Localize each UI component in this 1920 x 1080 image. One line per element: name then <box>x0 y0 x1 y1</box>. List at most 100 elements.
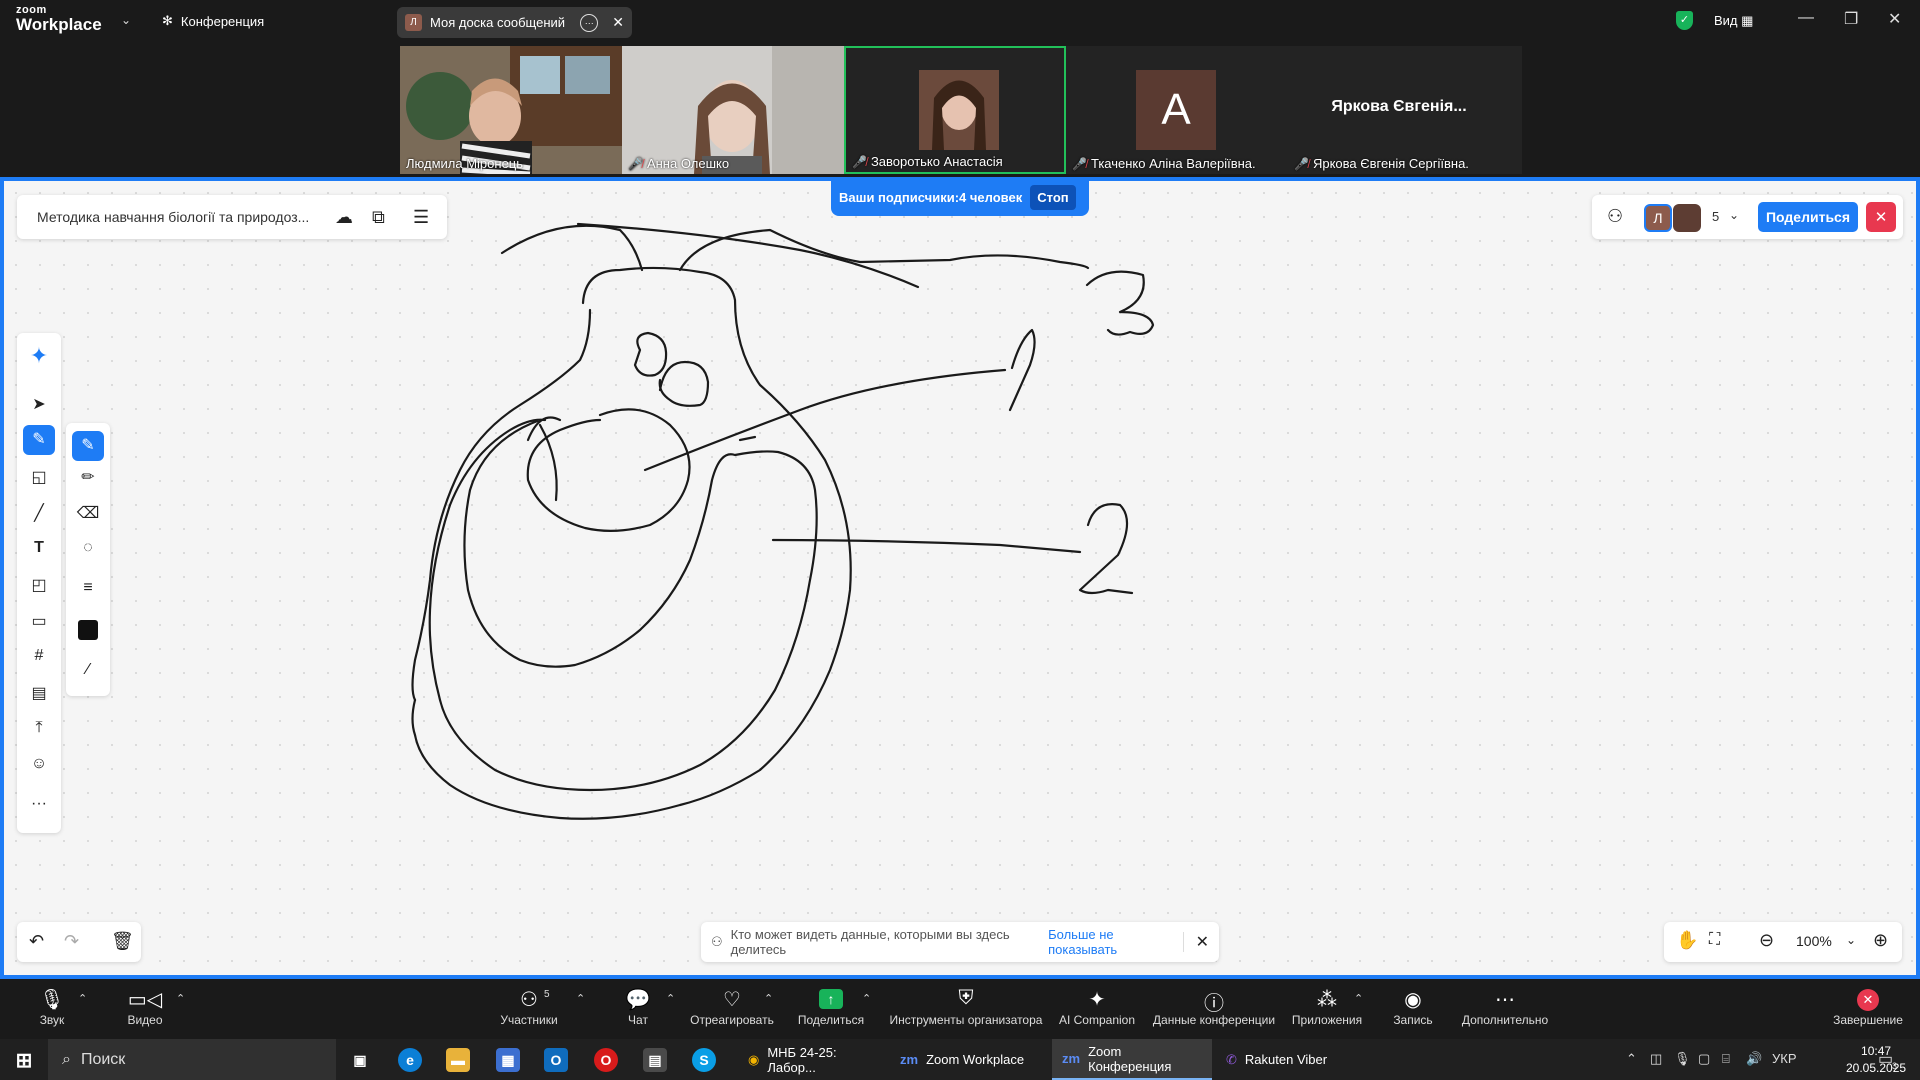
language-indicator[interactable]: УКР <box>1772 1051 1797 1066</box>
sticky-note-icon[interactable]: ◰ <box>17 575 61 595</box>
security-shield-icon[interactable]: ✓ <box>1676 11 1693 30</box>
pen-tool-icon[interactable]: ✎ <box>23 425 55 455</box>
chevron-up-icon[interactable]: ⌃ <box>764 992 773 1005</box>
highlighter-icon[interactable]: ✏ <box>66 467 110 487</box>
minimize-icon[interactable]: — <box>1798 9 1814 27</box>
emoji-icon[interactable]: ☺ <box>17 755 61 773</box>
store-icon[interactable]: ▦ <box>496 1048 520 1072</box>
chevron-up-icon[interactable]: ⌃ <box>576 992 585 1005</box>
text-tool-icon[interactable]: T <box>17 539 61 557</box>
undo-icon[interactable]: ↶ <box>29 931 44 952</box>
map-icon[interactable]: ⛶ <box>1709 931 1720 949</box>
ai-companion-button[interactable]: ✦ AI Companion <box>1057 987 1137 1027</box>
microphone-tray-icon[interactable]: 🎙 <box>1674 1051 1691 1067</box>
system-clock[interactable]: 10:47 20.05.2025 <box>1846 1043 1906 1077</box>
more-button[interactable]: ⋯ Дополнительно <box>1458 987 1552 1027</box>
taskbar-app-zoom-workplace[interactable]: zm Zoom Workplace <box>890 1039 1048 1080</box>
cloud-save-icon[interactable]: ☁ <box>335 207 353 228</box>
comment-icon[interactable]: ▭ <box>17 611 61 631</box>
more-tools-icon[interactable]: ··· <box>17 795 61 813</box>
taskbar-app-zoom-meeting[interactable]: zm Zoom Конференция <box>1052 1039 1212 1080</box>
close-icon[interactable]: ✕ <box>612 14 624 31</box>
close-icon[interactable]: ✕ <box>1182 932 1209 952</box>
lasso-icon[interactable]: ◌ <box>66 539 110 557</box>
template-icon[interactable]: ▤ <box>17 683 61 703</box>
meeting-info-button[interactable]: ⓘ Данные конференции <box>1150 987 1278 1027</box>
pages-icon[interactable]: ⧉ <box>372 207 385 228</box>
display-tray-icon[interactable]: ▢ <box>1698 1051 1710 1067</box>
video-tile[interactable]: Людмила Міронець <box>400 46 622 174</box>
color-picker-icon[interactable]: ⁄ <box>66 661 110 679</box>
opera-icon[interactable]: O <box>594 1048 618 1072</box>
restore-icon[interactable]: ❐ <box>1844 9 1858 29</box>
line-icon[interactable]: ╱ <box>17 503 61 523</box>
zoom-level[interactable]: 100% <box>1796 933 1832 949</box>
task-view-icon[interactable]: ▣ <box>348 1048 372 1072</box>
outlook-icon[interactable]: O <box>544 1048 568 1072</box>
chevron-up-icon[interactable]: ⌃ <box>862 992 871 1005</box>
upload-icon[interactable]: ⤒ <box>17 719 61 737</box>
chevron-up-icon[interactable]: ⌃ <box>1626 1051 1637 1067</box>
calculator-icon[interactable]: ▤ <box>643 1048 667 1072</box>
chat-button[interactable]: 💬 Чат <box>618 987 658 1027</box>
participants-button[interactable]: ⚇ 5 Участники <box>494 987 564 1027</box>
zoom-in-icon[interactable]: ⊕ <box>1873 930 1888 951</box>
shapes-icon[interactable]: ◱ <box>17 467 61 487</box>
apps-button[interactable]: ⁂ Приложения <box>1290 987 1364 1027</box>
notifications-icon[interactable]: ▭ <box>1878 1049 1893 1069</box>
host-tools-button[interactable]: ⛨ Инструменты организатора <box>887 987 1045 1027</box>
windows-start-icon[interactable]: ⊞ <box>12 1048 36 1072</box>
share-button[interactable]: Поделиться <box>1758 202 1858 232</box>
video-tile[interactable]: Яркова Євгенія... 🎤̸ Яркова Євгенія Сергі… <box>1288 46 1510 174</box>
taskbar-app-chrome[interactable]: ◉ МНБ 24-25: Лабор... <box>738 1039 884 1080</box>
whiteboard-tab[interactable]: Л Моя доска сообщений ··· ✕ <box>397 7 632 38</box>
whiteboard-canvas[interactable] <box>0 177 1920 979</box>
file-explorer-icon[interactable]: ▬ <box>446 1048 470 1072</box>
video-button[interactable]: ▭◁ Видео <box>122 987 168 1027</box>
video-tile-active-speaker[interactable]: 🎤̸ Заворотько Анастасія <box>844 46 1066 174</box>
video-tile[interactable]: 🎤̸ Анна Олешко <box>622 46 844 174</box>
stroke-width-icon[interactable]: ≡ <box>66 579 110 597</box>
more-icon[interactable]: ··· <box>580 13 599 32</box>
chevron-down-icon[interactable]: ⌄ <box>1729 208 1739 222</box>
chevron-up-icon[interactable]: ⌃ <box>1354 992 1363 1005</box>
delete-icon[interactable]: 🗑 <box>111 931 134 952</box>
eraser-icon[interactable]: ⌫ <box>66 503 110 523</box>
video-tile[interactable]: A 🎤̸ Ткаченко Аліна Валеріївна. <box>1066 46 1288 174</box>
board-title[interactable]: Методика навчання біології та природоз..… <box>37 209 309 225</box>
camera-tray-icon[interactable]: ◫ <box>1650 1051 1662 1067</box>
add-person-icon[interactable]: ⚇ <box>1607 206 1623 227</box>
volume-icon[interactable]: 🔊 <box>1746 1051 1762 1067</box>
network-icon[interactable]: ⌸ <box>1722 1051 1730 1067</box>
conference-menu[interactable]: ✻ Конференция <box>162 13 264 29</box>
close-window-icon[interactable]: ✕ <box>1888 9 1901 29</box>
chevron-up-icon[interactable]: ⌃ <box>666 992 675 1005</box>
chevron-up-icon[interactable]: ⌃ <box>78 992 87 1005</box>
chevron-down-icon[interactable]: ⌄ <box>121 13 131 27</box>
color-swatch[interactable] <box>78 620 98 640</box>
zoom-logo[interactable]: zoom Workplace <box>16 5 102 34</box>
view-menu[interactable]: Вид ▦ <box>1714 13 1753 29</box>
react-button[interactable]: ♡ Отреагировать <box>690 987 774 1027</box>
chevron-down-icon[interactable]: ⌄ <box>1846 933 1856 947</box>
pen-icon[interactable]: ✎ <box>72 431 104 461</box>
skype-icon[interactable]: S <box>692 1048 716 1072</box>
frame-icon[interactable]: # <box>17 647 61 665</box>
taskbar-app-viber[interactable]: ✆ Rakuten Viber <box>1216 1039 1338 1080</box>
taskbar-search[interactable]: ⌕ Поиск <box>48 1039 336 1080</box>
menu-icon[interactable]: ☰ <box>413 207 429 228</box>
audio-button[interactable]: 🎙 Звук <box>30 987 74 1027</box>
edge-browser-icon[interactable]: e <box>398 1048 422 1072</box>
zoom-out-icon[interactable]: ⊖ <box>1759 930 1774 951</box>
ai-sparkle-icon[interactable]: ✦ <box>17 343 61 369</box>
chevron-up-icon[interactable]: ⌃ <box>176 992 185 1005</box>
redo-icon[interactable]: ↷ <box>64 931 79 952</box>
share-screen-button[interactable]: ↑ Поделиться <box>796 987 866 1027</box>
stop-button[interactable]: Стоп <box>1030 185 1076 210</box>
select-cursor-icon[interactable]: ➤ <box>17 394 61 414</box>
dont-show-again-link[interactable]: Больше не показывать <box>1048 927 1174 957</box>
close-board-button[interactable]: ✕ <box>1866 202 1896 232</box>
end-meeting-button[interactable]: ✕ Завершение <box>1832 987 1904 1027</box>
hand-pan-icon[interactable]: ✋ <box>1676 930 1698 951</box>
record-button[interactable]: ◉ Запись <box>1388 987 1438 1027</box>
